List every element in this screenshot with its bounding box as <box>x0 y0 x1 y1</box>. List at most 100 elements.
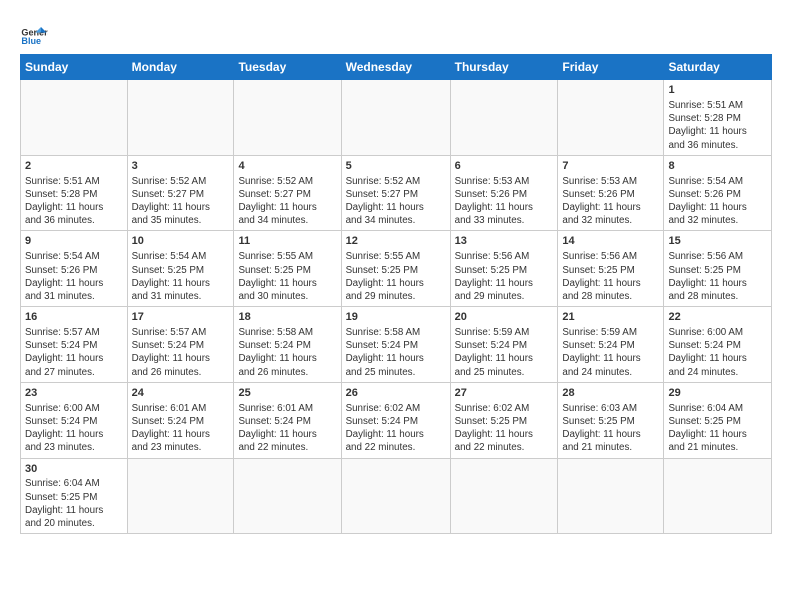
cell-date-number: 17 <box>132 310 230 325</box>
calendar-cell <box>341 80 450 156</box>
calendar-cell: 13Sunrise: 5:56 AM Sunset: 5:25 PM Dayli… <box>450 231 558 307</box>
cell-info-text: Sunrise: 5:52 AM Sunset: 5:27 PM Dayligh… <box>238 175 336 228</box>
cell-info-text: Sunrise: 6:01 AM Sunset: 5:24 PM Dayligh… <box>132 402 230 455</box>
calendar-cell: 11Sunrise: 5:55 AM Sunset: 5:25 PM Dayli… <box>234 231 341 307</box>
cell-info-text: Sunrise: 5:53 AM Sunset: 5:26 PM Dayligh… <box>455 175 554 228</box>
weekday-header-tuesday: Tuesday <box>234 55 341 80</box>
cell-date-number: 9 <box>25 234 123 249</box>
calendar-cell: 10Sunrise: 5:54 AM Sunset: 5:25 PM Dayli… <box>127 231 234 307</box>
cell-info-text: Sunrise: 6:04 AM Sunset: 5:25 PM Dayligh… <box>668 402 767 455</box>
weekday-header-monday: Monday <box>127 55 234 80</box>
calendar-cell <box>450 80 558 156</box>
calendar-cell: 23Sunrise: 6:00 AM Sunset: 5:24 PM Dayli… <box>21 382 128 458</box>
cell-info-text: Sunrise: 5:56 AM Sunset: 5:25 PM Dayligh… <box>668 250 767 303</box>
cell-info-text: Sunrise: 5:52 AM Sunset: 5:27 PM Dayligh… <box>132 175 230 228</box>
logo: General Blue <box>20 20 48 48</box>
weekday-header-wednesday: Wednesday <box>341 55 450 80</box>
cell-date-number: 27 <box>455 386 554 401</box>
cell-info-text: Sunrise: 5:51 AM Sunset: 5:28 PM Dayligh… <box>25 175 123 228</box>
calendar-cell <box>450 458 558 534</box>
cell-date-number: 18 <box>238 310 336 325</box>
cell-date-number: 19 <box>346 310 446 325</box>
calendar: SundayMondayTuesdayWednesdayThursdayFrid… <box>20 54 772 534</box>
cell-info-text: Sunrise: 6:00 AM Sunset: 5:24 PM Dayligh… <box>668 326 767 379</box>
calendar-cell: 25Sunrise: 6:01 AM Sunset: 5:24 PM Dayli… <box>234 382 341 458</box>
cell-info-text: Sunrise: 5:53 AM Sunset: 5:26 PM Dayligh… <box>562 175 659 228</box>
calendar-cell: 17Sunrise: 5:57 AM Sunset: 5:24 PM Dayli… <box>127 307 234 383</box>
cell-date-number: 26 <box>346 386 446 401</box>
calendar-cell: 9Sunrise: 5:54 AM Sunset: 5:26 PM Daylig… <box>21 231 128 307</box>
cell-info-text: Sunrise: 5:56 AM Sunset: 5:25 PM Dayligh… <box>562 250 659 303</box>
cell-info-text: Sunrise: 5:57 AM Sunset: 5:24 PM Dayligh… <box>132 326 230 379</box>
cell-info-text: Sunrise: 5:58 AM Sunset: 5:24 PM Dayligh… <box>238 326 336 379</box>
calendar-cell: 12Sunrise: 5:55 AM Sunset: 5:25 PM Dayli… <box>341 231 450 307</box>
cell-date-number: 4 <box>238 159 336 174</box>
cell-info-text: Sunrise: 5:54 AM Sunset: 5:26 PM Dayligh… <box>668 175 767 228</box>
cell-date-number: 28 <box>562 386 659 401</box>
cell-info-text: Sunrise: 6:02 AM Sunset: 5:25 PM Dayligh… <box>455 402 554 455</box>
cell-date-number: 16 <box>25 310 123 325</box>
cell-info-text: Sunrise: 5:55 AM Sunset: 5:25 PM Dayligh… <box>346 250 446 303</box>
weekday-header-row: SundayMondayTuesdayWednesdayThursdayFrid… <box>21 55 772 80</box>
weekday-header-sunday: Sunday <box>21 55 128 80</box>
calendar-cell: 26Sunrise: 6:02 AM Sunset: 5:24 PM Dayli… <box>341 382 450 458</box>
calendar-cell: 3Sunrise: 5:52 AM Sunset: 5:27 PM Daylig… <box>127 155 234 231</box>
cell-info-text: Sunrise: 6:04 AM Sunset: 5:25 PM Dayligh… <box>25 477 123 530</box>
cell-info-text: Sunrise: 6:03 AM Sunset: 5:25 PM Dayligh… <box>562 402 659 455</box>
weekday-header-thursday: Thursday <box>450 55 558 80</box>
cell-date-number: 20 <box>455 310 554 325</box>
calendar-week-row: 9Sunrise: 5:54 AM Sunset: 5:26 PM Daylig… <box>21 231 772 307</box>
calendar-cell: 8Sunrise: 5:54 AM Sunset: 5:26 PM Daylig… <box>664 155 772 231</box>
cell-info-text: Sunrise: 5:54 AM Sunset: 5:25 PM Dayligh… <box>132 250 230 303</box>
cell-date-number: 23 <box>25 386 123 401</box>
calendar-cell: 14Sunrise: 5:56 AM Sunset: 5:25 PM Dayli… <box>558 231 664 307</box>
calendar-week-row: 30Sunrise: 6:04 AM Sunset: 5:25 PM Dayli… <box>21 458 772 534</box>
calendar-cell <box>234 458 341 534</box>
calendar-cell <box>234 80 341 156</box>
cell-date-number: 13 <box>455 234 554 249</box>
calendar-cell: 2Sunrise: 5:51 AM Sunset: 5:28 PM Daylig… <box>21 155 128 231</box>
cell-date-number: 12 <box>346 234 446 249</box>
calendar-cell: 27Sunrise: 6:02 AM Sunset: 5:25 PM Dayli… <box>450 382 558 458</box>
calendar-cell: 21Sunrise: 5:59 AM Sunset: 5:24 PM Dayli… <box>558 307 664 383</box>
calendar-cell <box>21 80 128 156</box>
cell-date-number: 29 <box>668 386 767 401</box>
cell-date-number: 3 <box>132 159 230 174</box>
svg-text:Blue: Blue <box>21 36 41 46</box>
cell-info-text: Sunrise: 5:55 AM Sunset: 5:25 PM Dayligh… <box>238 250 336 303</box>
logo-icon: General Blue <box>20 20 48 48</box>
calendar-week-row: 2Sunrise: 5:51 AM Sunset: 5:28 PM Daylig… <box>21 155 772 231</box>
calendar-cell: 1Sunrise: 5:51 AM Sunset: 5:28 PM Daylig… <box>664 80 772 156</box>
weekday-header-friday: Friday <box>558 55 664 80</box>
cell-info-text: Sunrise: 6:01 AM Sunset: 5:24 PM Dayligh… <box>238 402 336 455</box>
calendar-cell: 28Sunrise: 6:03 AM Sunset: 5:25 PM Dayli… <box>558 382 664 458</box>
calendar-cell: 7Sunrise: 5:53 AM Sunset: 5:26 PM Daylig… <box>558 155 664 231</box>
calendar-cell: 29Sunrise: 6:04 AM Sunset: 5:25 PM Dayli… <box>664 382 772 458</box>
cell-date-number: 14 <box>562 234 659 249</box>
calendar-week-row: 1Sunrise: 5:51 AM Sunset: 5:28 PM Daylig… <box>21 80 772 156</box>
cell-info-text: Sunrise: 6:00 AM Sunset: 5:24 PM Dayligh… <box>25 402 123 455</box>
calendar-cell: 30Sunrise: 6:04 AM Sunset: 5:25 PM Dayli… <box>21 458 128 534</box>
cell-info-text: Sunrise: 5:52 AM Sunset: 5:27 PM Dayligh… <box>346 175 446 228</box>
calendar-cell: 15Sunrise: 5:56 AM Sunset: 5:25 PM Dayli… <box>664 231 772 307</box>
cell-date-number: 7 <box>562 159 659 174</box>
calendar-cell <box>127 80 234 156</box>
header: General Blue <box>20 16 772 48</box>
calendar-cell: 24Sunrise: 6:01 AM Sunset: 5:24 PM Dayli… <box>127 382 234 458</box>
cell-info-text: Sunrise: 5:51 AM Sunset: 5:28 PM Dayligh… <box>668 99 767 152</box>
cell-date-number: 30 <box>25 462 123 477</box>
calendar-cell: 18Sunrise: 5:58 AM Sunset: 5:24 PM Dayli… <box>234 307 341 383</box>
calendar-cell: 22Sunrise: 6:00 AM Sunset: 5:24 PM Dayli… <box>664 307 772 383</box>
weekday-header-saturday: Saturday <box>664 55 772 80</box>
cell-date-number: 11 <box>238 234 336 249</box>
calendar-week-row: 16 Sunrise: 5:57 AM Sunset: 5:24 PM Dayli… <box>21 307 772 383</box>
calendar-cell <box>664 458 772 534</box>
calendar-cell: 4Sunrise: 5:52 AM Sunset: 5:27 PM Daylig… <box>234 155 341 231</box>
cell-info-text: Sunrise: 5:56 AM Sunset: 5:25 PM Dayligh… <box>455 250 554 303</box>
cell-date-number: 5 <box>346 159 446 174</box>
calendar-cell: 6Sunrise: 5:53 AM Sunset: 5:26 PM Daylig… <box>450 155 558 231</box>
cell-info-text: Sunrise: 5:58 AM Sunset: 5:24 PM Dayligh… <box>346 326 446 379</box>
cell-date-number: 6 <box>455 159 554 174</box>
cell-info-text: Sunrise: 5:59 AM Sunset: 5:24 PM Dayligh… <box>562 326 659 379</box>
cell-date-number: 1 <box>668 83 767 98</box>
